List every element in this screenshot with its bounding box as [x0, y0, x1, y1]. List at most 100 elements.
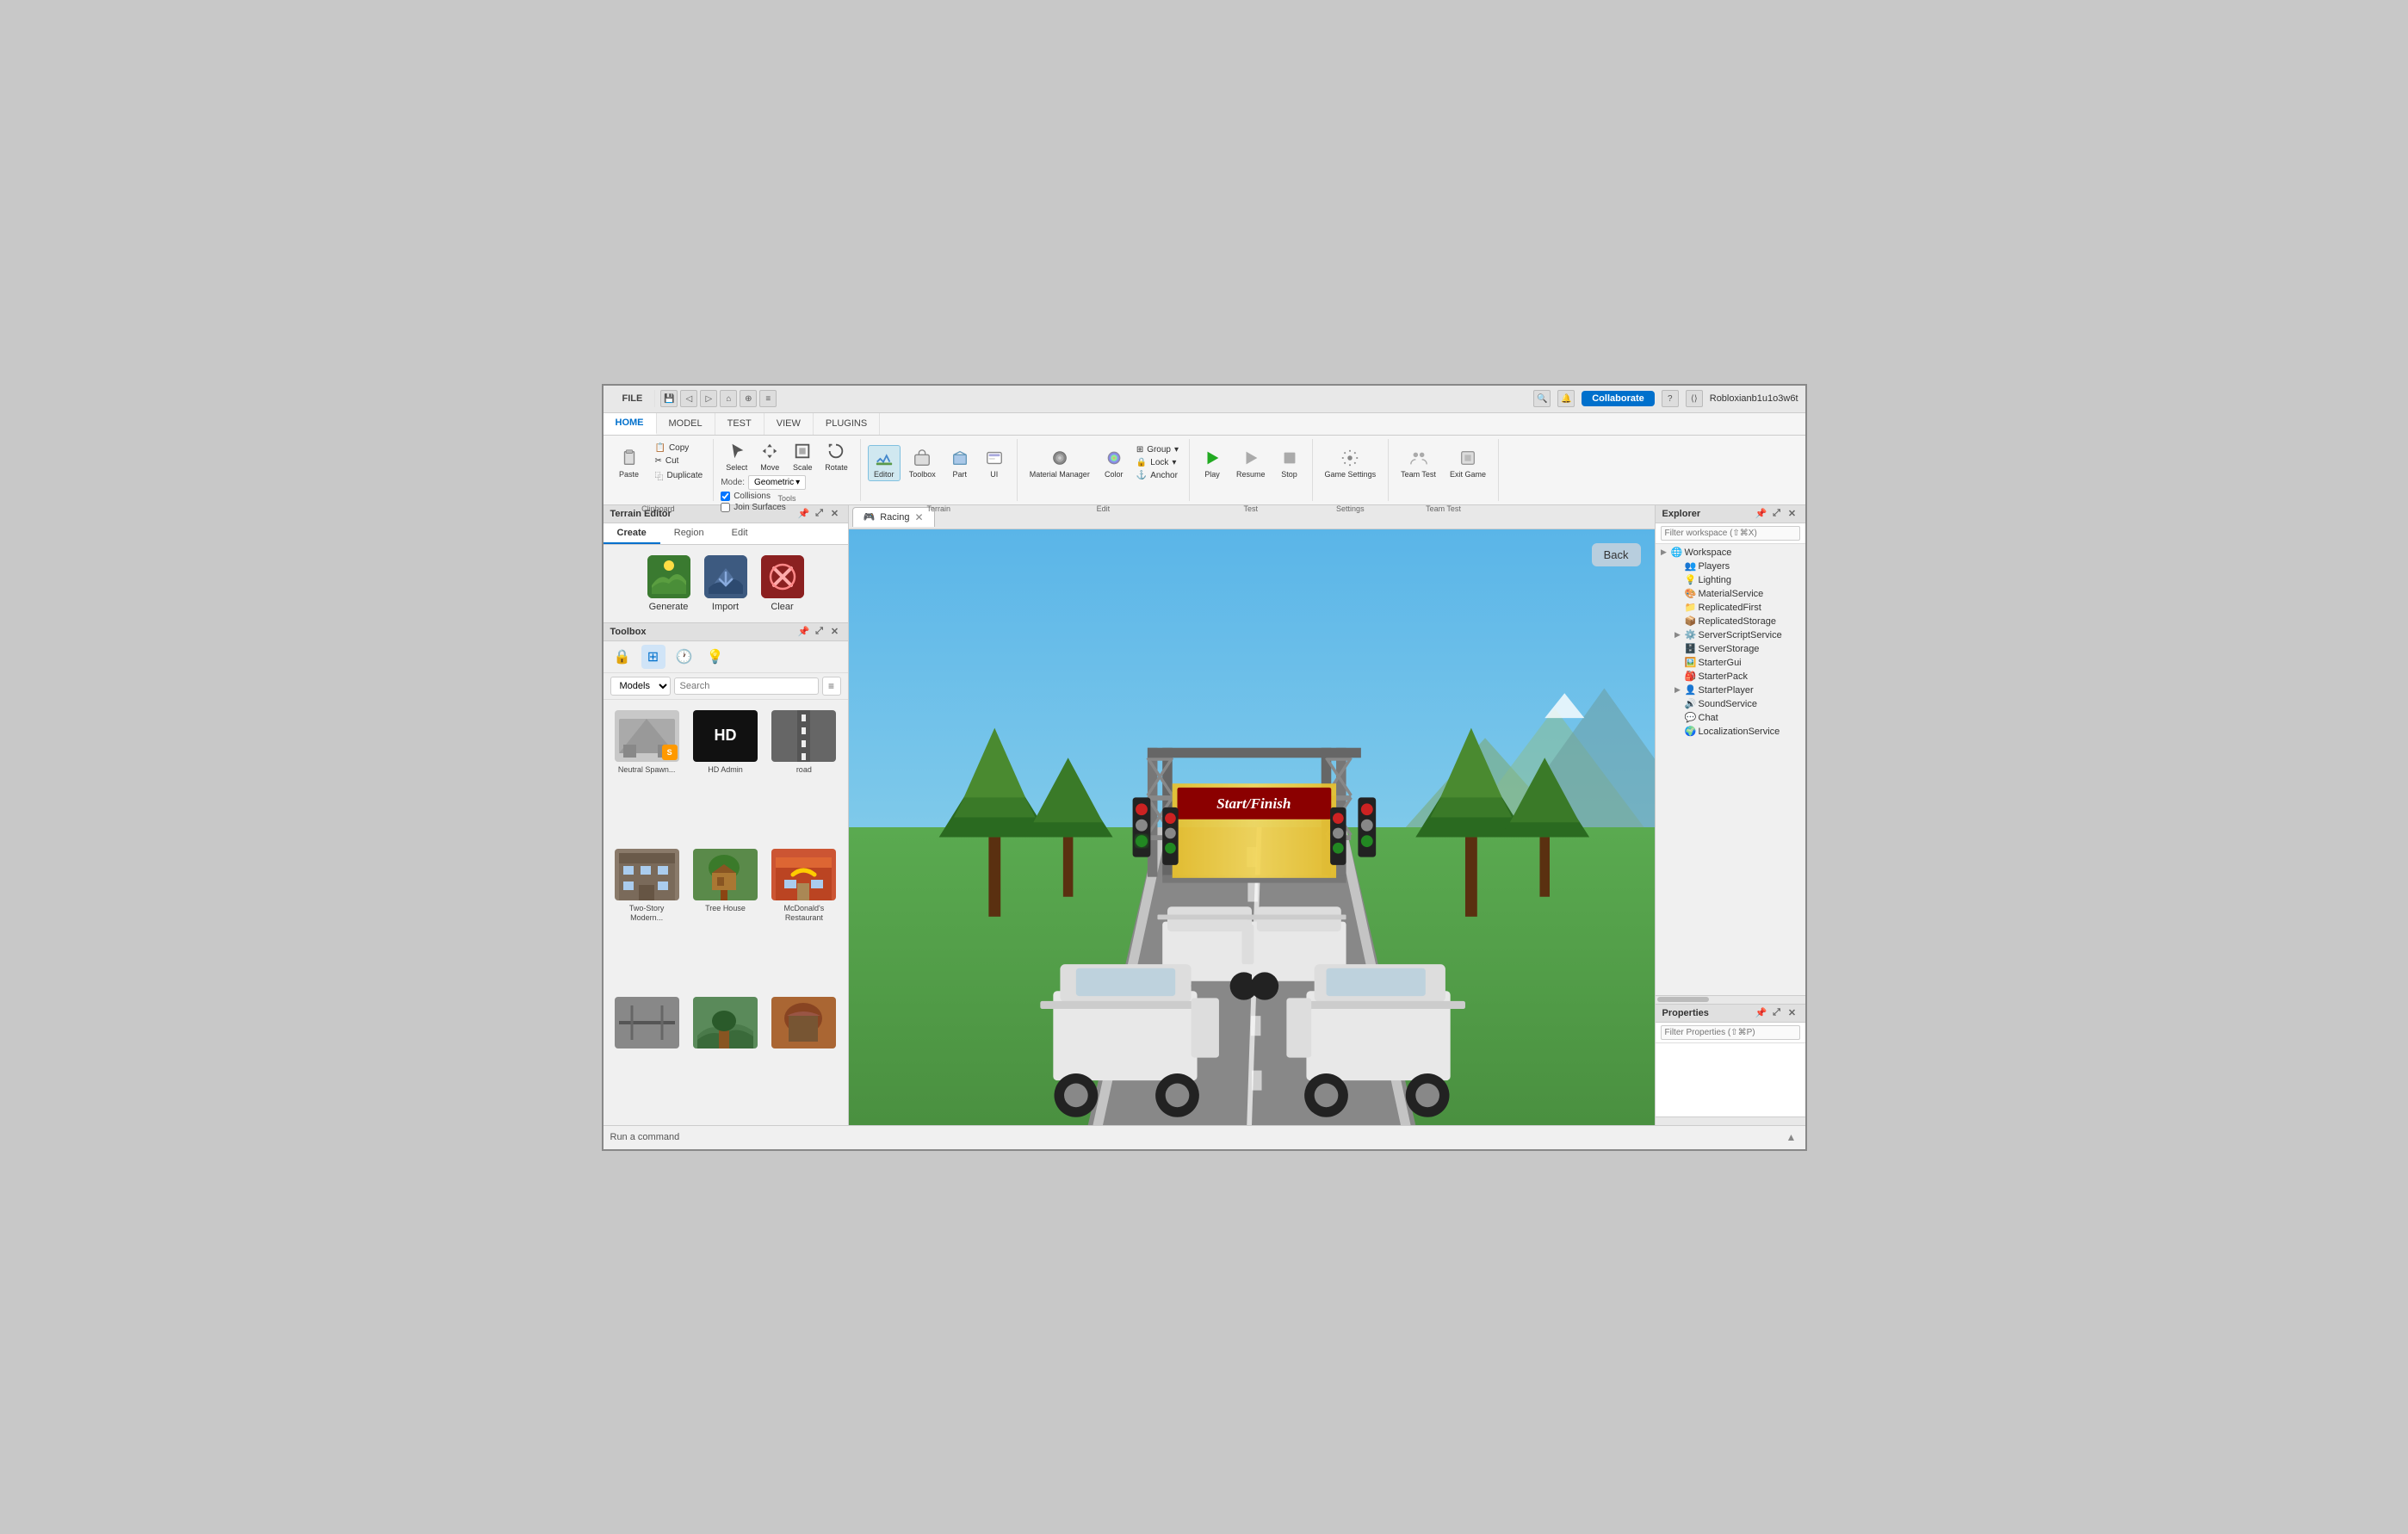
toolbox-close-icon[interactable]: ✕: [829, 626, 841, 638]
mode-dropdown[interactable]: Geometric ▾: [748, 475, 806, 490]
toolbox-tab-marketplace[interactable]: ⊞: [641, 645, 665, 669]
command-input-label[interactable]: Run a command: [610, 1132, 1785, 1142]
collisions-checkbox[interactable]: Collisions: [721, 492, 771, 501]
terrain-expand-icon[interactable]: ⤢: [814, 508, 826, 520]
search-icon[interactable]: 🔍: [1533, 390, 1551, 407]
select-button[interactable]: Select: [721, 439, 752, 473]
tree-item-serverstorage[interactable]: 🗄️ ServerStorage: [1656, 642, 1805, 656]
terrain-generate-tool[interactable]: Generate: [647, 555, 690, 612]
help-icon[interactable]: ?: [1662, 390, 1679, 407]
play-button[interactable]: Play: [1197, 446, 1228, 480]
toolbox-item-mcdonalds[interactable]: McDonald's Restaurant: [767, 845, 840, 988]
ui-button[interactable]: UI: [979, 446, 1010, 480]
tab-home[interactable]: HOME: [604, 413, 657, 435]
move-button[interactable]: Move: [754, 439, 785, 473]
terrain-pin-icon[interactable]: 📌: [798, 508, 810, 520]
tab-test[interactable]: TEST: [715, 413, 764, 435]
tree-item-soundservice[interactable]: 🔊 SoundService: [1656, 697, 1805, 711]
join-surfaces-checkbox[interactable]: Join Surfaces: [721, 503, 786, 512]
toolbox-tab-recent[interactable]: 🕐: [672, 645, 696, 669]
toolbox-expand-icon[interactable]: ⤢: [814, 626, 826, 638]
home-icon[interactable]: ⌂: [720, 390, 737, 407]
toolbox-item-neutral-spawn[interactable]: S Neutral Spawn...: [610, 707, 684, 840]
toolbox-tab-favorites[interactable]: 💡: [703, 645, 727, 669]
explorer-pin-icon[interactable]: 📌: [1755, 508, 1767, 520]
tree-item-serverscriptservice[interactable]: ▶ ⚙️ ServerScriptService: [1656, 628, 1805, 642]
viewport-canvas[interactable]: Start/Finish: [849, 529, 1655, 1125]
tree-item-starterplayer[interactable]: ▶ 👤 StarterPlayer: [1656, 683, 1805, 697]
explorer-scrollbar-h[interactable]: [1656, 995, 1805, 1004]
tree-item-localizationservice[interactable]: 🌍 LocalizationService: [1656, 725, 1805, 739]
notification-icon[interactable]: 🔔: [1557, 390, 1575, 407]
tree-item-replicatedstorage[interactable]: 📦 ReplicatedStorage: [1656, 615, 1805, 628]
toolbox-item-misc1[interactable]: [610, 993, 684, 1118]
terrain-tab-region[interactable]: Region: [660, 523, 718, 544]
material-manager-button[interactable]: Material Manager: [1024, 446, 1095, 480]
explorer-expand-icon[interactable]: ⤢: [1771, 508, 1783, 520]
undo-icon[interactable]: ◁: [680, 390, 697, 407]
tree-item-lighting[interactable]: 💡 Lighting: [1656, 573, 1805, 587]
back-button[interactable]: Back: [1592, 543, 1641, 566]
properties-pin-icon[interactable]: 📌: [1755, 1007, 1767, 1019]
toolbox-item-misc2[interactable]: [689, 993, 762, 1118]
tree-item-startergui[interactable]: 🖼️ StarterGui: [1656, 656, 1805, 670]
terrain-close-icon[interactable]: ✕: [829, 508, 841, 520]
tree-item-chat[interactable]: 💬 Chat: [1656, 711, 1805, 725]
tree-item-workspace[interactable]: ▶ 🌐 Workspace: [1656, 546, 1805, 560]
tree-item-players[interactable]: 👥 Players: [1656, 560, 1805, 573]
editor-button[interactable]: Editor: [868, 445, 901, 481]
rotate-button[interactable]: Rotate: [820, 439, 853, 473]
viewport-tab-racing[interactable]: 🎮 Racing ✕: [852, 507, 935, 527]
tree-item-starterpack[interactable]: 🎒 StarterPack: [1656, 670, 1805, 683]
terrain-clear-tool[interactable]: Clear: [761, 555, 804, 612]
toolbox-pin-icon[interactable]: 📌: [798, 626, 810, 638]
toolbox-item-road[interactable]: road: [767, 707, 840, 840]
tab-model[interactable]: MODEL: [657, 413, 715, 435]
file-menu[interactable]: FILE: [610, 390, 656, 407]
share-icon[interactable]: ⟨⟩: [1686, 390, 1703, 407]
collisions-input[interactable]: [721, 492, 730, 501]
explorer-filter-input[interactable]: [1661, 526, 1800, 541]
terrain-tab-create[interactable]: Create: [604, 523, 660, 544]
save-icon[interactable]: 💾: [660, 390, 678, 407]
toolbox-item-treehouse[interactable]: Tree House: [689, 845, 762, 988]
lock-button[interactable]: 🔒 Lock ▾: [1133, 457, 1182, 468]
tree-item-replicatedfirst[interactable]: 📁 ReplicatedFirst: [1656, 601, 1805, 615]
properties-expand-icon[interactable]: ⤢: [1771, 1007, 1783, 1019]
cmd-expand-icon[interactable]: ▲: [1785, 1130, 1798, 1144]
copy-button[interactable]: 📋 Copy: [652, 442, 707, 454]
toolbox-tab-inventory[interactable]: 🔒: [610, 645, 634, 669]
part-button[interactable]: Part: [944, 446, 975, 480]
properties-filter-input[interactable]: [1661, 1025, 1800, 1040]
toolbox-grid-btn[interactable]: ≡: [822, 677, 841, 696]
tree-item-materialservice[interactable]: 🎨 MaterialService: [1656, 587, 1805, 601]
toolbox-search-input[interactable]: [674, 677, 819, 695]
team-test-button[interactable]: Team Test: [1396, 446, 1441, 480]
stop-button[interactable]: Stop: [1274, 446, 1305, 480]
collaborate-button[interactable]: Collaborate: [1582, 391, 1655, 406]
viewport-tab-close[interactable]: ✕: [914, 511, 923, 523]
publish-icon[interactable]: ⊕: [740, 390, 757, 407]
toolbox-item-hd-admin[interactable]: HD HD Admin: [689, 707, 762, 840]
duplicate-button[interactable]: ⿻ Duplicate: [652, 468, 707, 483]
paste-button[interactable]: Paste: [610, 446, 648, 480]
resume-button[interactable]: Resume: [1231, 446, 1271, 480]
tab-view[interactable]: VIEW: [764, 413, 814, 435]
join-surfaces-input[interactable]: [721, 503, 730, 512]
terrain-import-tool[interactable]: Import: [704, 555, 747, 612]
toolbox-item-misc3[interactable]: [767, 993, 840, 1118]
cut-button[interactable]: ✂ Cut: [652, 455, 707, 467]
toolbox-item-building[interactable]: Two-Story Modern...: [610, 845, 684, 988]
exit-game-button[interactable]: Exit Game: [1445, 446, 1491, 480]
properties-close-icon[interactable]: ✕: [1786, 1007, 1798, 1019]
tab-plugins[interactable]: PLUGINS: [814, 413, 880, 435]
scale-button[interactable]: Scale: [787, 439, 818, 473]
explorer-close-icon[interactable]: ✕: [1786, 508, 1798, 520]
redo-icon[interactable]: ▷: [700, 390, 717, 407]
game-settings-button[interactable]: Game Settings: [1320, 446, 1382, 480]
terrain-tab-edit[interactable]: Edit: [718, 523, 762, 544]
properties-scrollbar-h[interactable]: [1656, 1116, 1805, 1125]
color-button[interactable]: Color: [1099, 446, 1130, 480]
toolbox-category-select[interactable]: Models: [610, 677, 671, 696]
toolbox-ribbon-button[interactable]: Toolbox: [904, 446, 941, 480]
